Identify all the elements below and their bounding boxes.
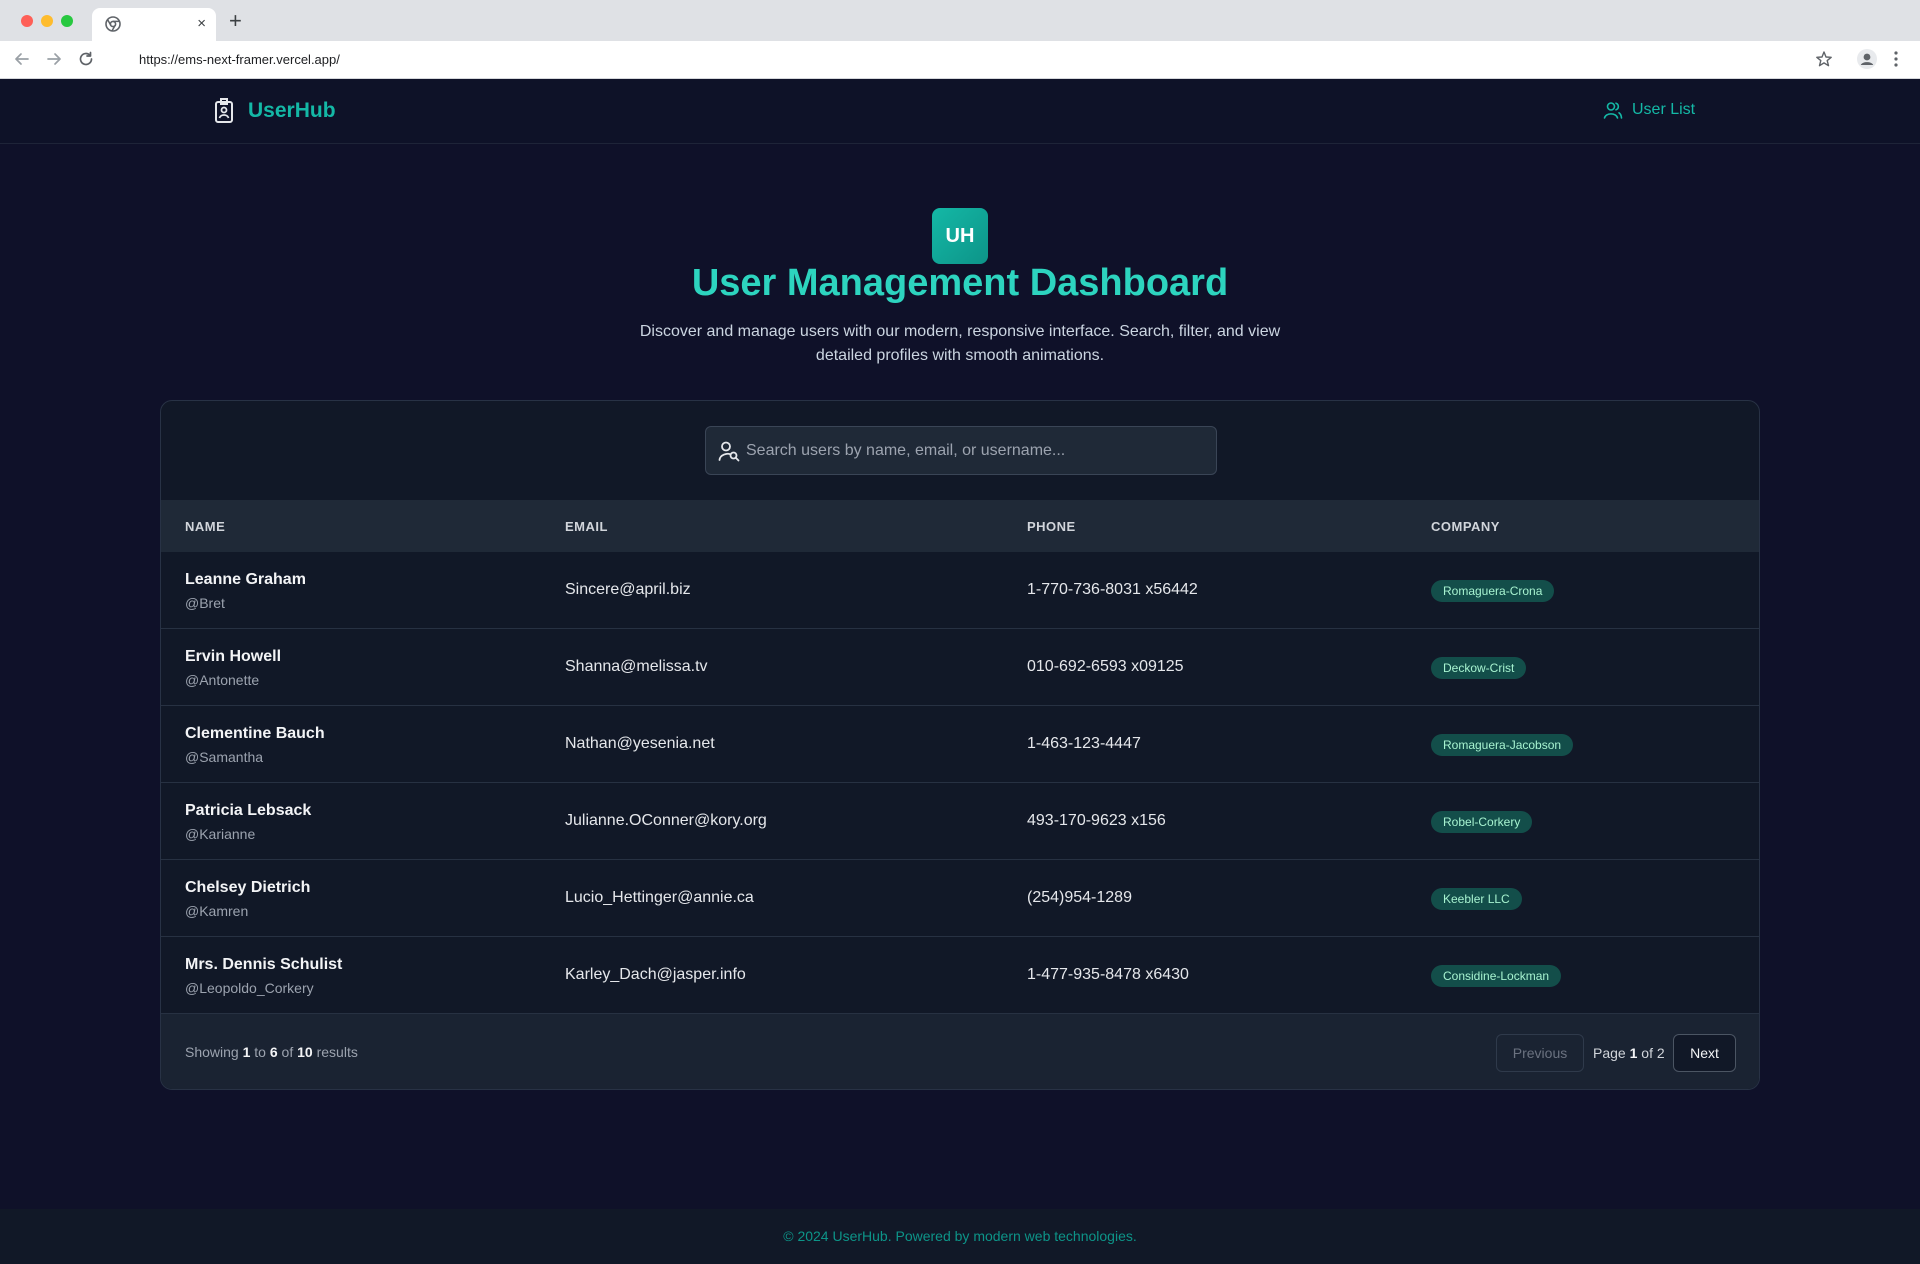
company-badge: Robel-Corkery: [1431, 811, 1533, 833]
page-indicator: Page 1 of 2: [1593, 1045, 1665, 1061]
results-total: 10: [297, 1044, 313, 1060]
table-row[interactable]: Ervin Howell @Antonette Shanna@melissa.t…: [161, 629, 1759, 706]
previous-page-button[interactable]: Previous: [1496, 1034, 1584, 1072]
user-username: @Leopoldo_Corkery: [185, 980, 314, 996]
user-name: Leanne Graham: [185, 571, 306, 588]
chrome-icon: [105, 16, 121, 32]
user-username: @Antonette: [185, 672, 260, 688]
page-title: User Management Dashboard: [691, 262, 1229, 304]
table-row[interactable]: Patricia Lebsack @Karianne Julianne.OCon…: [161, 783, 1759, 860]
table-body: Leanne Graham @Bret Sincere@april.biz 1-…: [161, 552, 1759, 1014]
table-row[interactable]: Mrs. Dennis Schulist @Leopoldo_Corkery K…: [161, 937, 1759, 1014]
company-badge: Romaguera-Jacobson: [1431, 734, 1574, 756]
maximize-window-button[interactable]: [61, 15, 73, 27]
user-email: Nathan@yesenia.net: [565, 735, 715, 752]
close-window-button[interactable]: [21, 15, 33, 27]
column-header-company: COMPANY: [1431, 519, 1500, 534]
user-name: Clementine Bauch: [185, 725, 325, 742]
app-header: UserHub User List: [0, 79, 1920, 144]
hero-logo-badge: UH: [932, 208, 988, 264]
url-text: https://ems-next-framer.vercel.app/: [139, 52, 340, 67]
address-bar: https://ems-next-framer.vercel.app/: [0, 41, 1920, 79]
search-input[interactable]: [746, 427, 1206, 474]
close-tab-icon[interactable]: ×: [197, 15, 206, 33]
user-phone: 1-477-935-8478 x6430: [1027, 966, 1189, 983]
user-username: @Karianne: [185, 826, 256, 842]
company-badge: Deckow-Crist: [1431, 657, 1527, 679]
company-badge: Considine-Lockman: [1431, 965, 1562, 987]
results-from: 1: [242, 1044, 251, 1060]
page-footer: © 2024 UserHub. Powered by modern web te…: [0, 1209, 1920, 1264]
page-current: 1: [1629, 1045, 1638, 1061]
user-phone: 1-463-123-4447: [1027, 735, 1141, 752]
table-pagination: Showing 1 to 6 of 10 results Previous Pa…: [161, 1014, 1759, 1089]
nav-user-list-link[interactable]: User List: [1603, 100, 1695, 120]
results-to-word: to: [254, 1044, 266, 1060]
column-header-email: EMAIL: [565, 519, 608, 534]
user-email: Lucio_Hettinger@annie.ca: [565, 889, 754, 906]
user-name: Chelsey Dietrich: [185, 879, 311, 896]
table-row[interactable]: Chelsey Dietrich @Kamren Lucio_Hettinger…: [161, 860, 1759, 937]
results-suffix: results: [316, 1044, 358, 1060]
table-header: NAME EMAIL PHONE COMPANY: [161, 500, 1759, 552]
reload-icon[interactable]: [77, 50, 95, 68]
footer-text: © 2024 UserHub. Powered by modern web te…: [783, 1228, 1137, 1244]
user-username: @Bret: [185, 595, 225, 611]
more-menu-icon[interactable]: [1891, 50, 1901, 68]
new-tab-button[interactable]: +: [229, 10, 242, 32]
nav-user-list-label: User List: [1632, 101, 1696, 118]
users-card: NAME EMAIL PHONE COMPANY Leanne Graham @…: [160, 400, 1760, 1090]
user-email: Shanna@melissa.tv: [565, 658, 708, 675]
brand-name: UserHub: [248, 99, 336, 122]
column-header-name: NAME: [185, 519, 226, 534]
forward-arrow-icon[interactable]: [45, 50, 63, 68]
user-name: Ervin Howell: [185, 648, 282, 665]
company-badge: Romaguera-Crona: [1431, 580, 1555, 602]
user-username: @Kamren: [185, 903, 249, 919]
users-icon: [1603, 102, 1623, 119]
profile-avatar-icon[interactable]: [1857, 49, 1877, 69]
name-cell: Leanne Graham @Bret: [185, 571, 306, 611]
id-badge-icon: [215, 98, 233, 123]
page-word: Page: [1593, 1045, 1626, 1061]
page-of-total: of 2: [1641, 1045, 1665, 1061]
user-email: Julianne.OConner@kory.org: [565, 812, 767, 829]
user-username: @Samantha: [185, 749, 264, 765]
user-search-icon: [718, 441, 740, 462]
user-phone: 1-770-736-8031 x56442: [1027, 581, 1198, 598]
name-cell: Clementine Bauch @Samantha: [185, 725, 325, 765]
url-field[interactable]: https://ems-next-framer.vercel.app/: [108, 47, 1768, 72]
bookmark-star-icon[interactable]: [1815, 50, 1833, 68]
user-name: Patricia Lebsack: [185, 802, 312, 819]
results-summary: Showing 1 to 6 of 10 results: [185, 1044, 358, 1060]
brand-logo[interactable]: UserHub: [214, 98, 336, 124]
name-cell: Patricia Lebsack @Karianne: [185, 802, 311, 842]
back-arrow-icon[interactable]: [13, 50, 31, 68]
company-badge: Keebler LLC: [1431, 888, 1522, 910]
user-email: Karley_Dach@jasper.info: [565, 966, 746, 983]
table-row[interactable]: Leanne Graham @Bret Sincere@april.biz 1-…: [161, 552, 1759, 629]
name-cell: Ervin Howell @Antonette: [185, 648, 281, 688]
user-phone: (254)954-1289: [1027, 889, 1132, 906]
user-phone: 493-170-9623 x156: [1027, 812, 1166, 829]
user-name: Mrs. Dennis Schulist: [185, 956, 343, 973]
browser-tab-bar: × +: [0, 0, 1920, 41]
page-subtitle: Discover and manage users with our moder…: [639, 323, 1281, 364]
browser-tab[interactable]: ×: [92, 8, 216, 41]
name-cell: Mrs. Dennis Schulist @Leopoldo_Corkery: [185, 956, 342, 996]
next-page-button[interactable]: Next: [1673, 1034, 1736, 1072]
results-to: 6: [269, 1044, 278, 1060]
user-phone: 010-692-6593 x09125: [1027, 658, 1184, 675]
minimize-window-button[interactable]: [41, 15, 53, 27]
table-row[interactable]: Clementine Bauch @Samantha Nathan@yeseni…: [161, 706, 1759, 783]
search-box: [705, 426, 1217, 475]
user-email: Sincere@april.biz: [565, 581, 691, 598]
results-of-word: of: [281, 1044, 294, 1060]
name-cell: Chelsey Dietrich @Kamren: [185, 879, 310, 919]
results-prefix: Showing: [185, 1044, 239, 1060]
column-header-phone: PHONE: [1027, 519, 1076, 534]
